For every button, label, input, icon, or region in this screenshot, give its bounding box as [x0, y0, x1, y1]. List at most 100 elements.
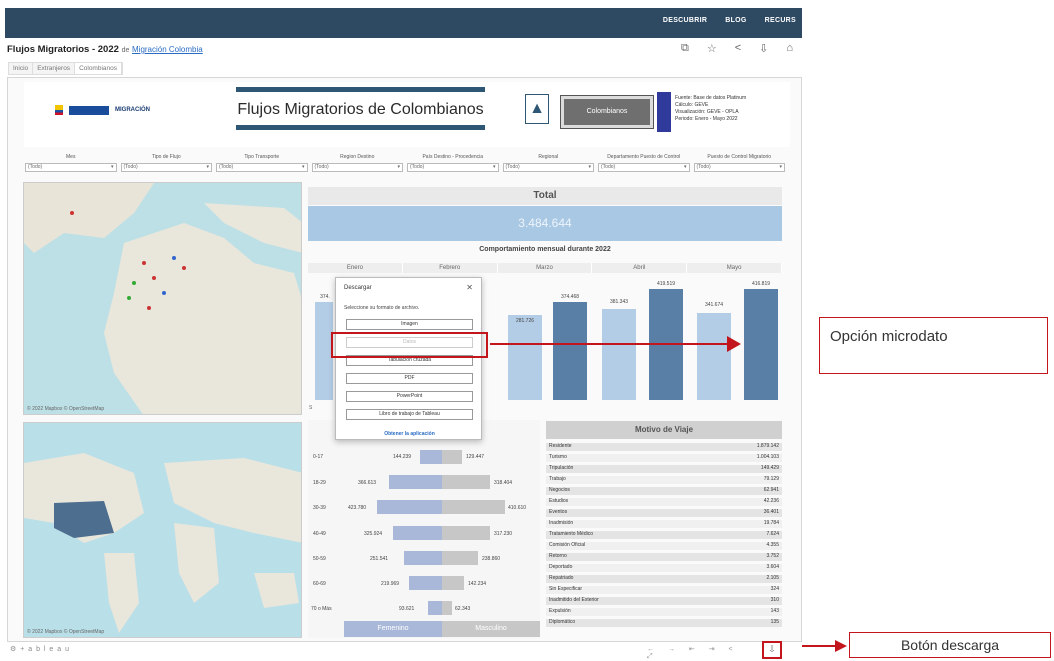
top-nav: DESCUBRIR BLOG RECURS — [663, 17, 796, 24]
motivo-row[interactable]: Expulsión 143 — [546, 608, 782, 616]
filter-select[interactable]: (Todo) ▾ — [120, 163, 212, 172]
male-bar[interactable] — [442, 576, 464, 590]
get-app-link[interactable]: Obtener la aplicación — [336, 431, 483, 437]
motivo-row[interactable]: Deportado 3.604 — [546, 564, 782, 572]
filter-select[interactable]: (Todo) ▾ — [598, 163, 690, 172]
male-bar[interactable] — [442, 601, 452, 615]
tab-extranjeros[interactable]: Extranjeros — [33, 63, 76, 74]
chevron-down-icon: ▾ — [492, 164, 496, 170]
download-image-button[interactable]: Imagen — [346, 319, 473, 330]
bar-value: 281.726 — [515, 318, 535, 324]
bar-value: 381.343 — [609, 299, 629, 305]
filter-value: (Todo) — [314, 164, 329, 170]
download-pdf-button[interactable]: PDF — [346, 373, 473, 384]
legend-masculino[interactable]: Masculino — [442, 621, 540, 637]
download-workbook-button[interactable]: Libro de trabajo de Tableau — [346, 409, 473, 420]
arrow-line — [802, 645, 838, 647]
colombianos-button[interactable]: Colombianos — [560, 95, 654, 129]
bar-marzo-dark[interactable] — [553, 302, 587, 400]
filter-label: País Destino - Procedencia — [422, 154, 484, 160]
month-label: Abril — [592, 263, 688, 273]
male-value: 129.447 — [466, 454, 485, 460]
motivo-row[interactable]: Tratamiento Médico 7.624 — [546, 531, 782, 539]
motivo-row[interactable]: Repatriado 2.105 — [546, 575, 782, 583]
filter-label: Tipo Transporte — [244, 154, 280, 160]
female-bar[interactable] — [377, 500, 442, 514]
world-map[interactable]: © 2022 Mapbox © OpenStreetMap — [23, 422, 302, 638]
age-group-label: 18-29 — [313, 480, 326, 486]
motivo-row[interactable]: Eventos 36.401 — [546, 509, 782, 517]
male-bar[interactable] — [442, 500, 505, 514]
filter-label: Mes — [66, 154, 76, 160]
motivo-row[interactable]: Inadmisión 19.784 — [546, 520, 782, 528]
filter-region-destino: Region Destino (Todo) ▾ — [311, 154, 403, 172]
arrow-head-icon — [835, 640, 847, 652]
motivo-row[interactable]: Comisión Oficial 4.355 — [546, 542, 782, 550]
legend-femenino[interactable]: Femenino — [344, 621, 442, 637]
download-button[interactable]: ⇩ — [762, 641, 782, 659]
motivo-row[interactable]: Inadmitido del Exterior 310 — [546, 597, 782, 605]
filter-departamento: Departamento Puesto de Control (Todo) ▾ — [598, 154, 690, 172]
motivo-row[interactable]: Tripulación 149.429 — [546, 465, 782, 473]
filter-select[interactable]: (Todo) ▾ — [502, 163, 594, 172]
toolbar-nav-icons[interactable]: ← → ⇤ ⇥ < ⤢ — [647, 645, 757, 661]
motivo-name: Turismo — [549, 454, 567, 460]
tab-colombianos[interactable]: Colombianos — [75, 63, 122, 74]
bar-marzo-light[interactable] — [508, 315, 542, 400]
motivo-row[interactable]: Trabajo 79.129 — [546, 476, 782, 484]
tab-inicio[interactable]: Inicio — [9, 63, 34, 74]
motivo-row[interactable]: Diplomático 135 — [546, 619, 782, 627]
motivo-name: Eventos — [549, 509, 568, 515]
motivo-row[interactable]: Retorno 3.752 — [546, 553, 782, 561]
arrow-head-icon — [727, 336, 741, 352]
tableau-logo[interactable]: ⚙ + a b l e a u — [10, 645, 70, 653]
female-bar[interactable] — [389, 475, 442, 489]
star-icon[interactable]: ☆ — [707, 42, 717, 55]
bar-value: 374.468 — [560, 294, 580, 300]
copy-icon[interactable]: ⧉ — [681, 42, 689, 55]
close-icon[interactable]: ✕ — [466, 283, 473, 292]
motivo-name: Sin Especificar — [549, 586, 583, 592]
motivo-value: 7.624 — [766, 531, 779, 537]
motivo-row[interactable]: Turismo 1.004.103 — [546, 454, 782, 462]
nav-recursos[interactable]: RECURS — [765, 17, 796, 24]
motivo-name: Inadmitido del Exterior — [549, 597, 599, 603]
filter-select[interactable]: (Todo) ▾ — [407, 163, 499, 172]
female-bar[interactable] — [409, 576, 442, 590]
share-icon[interactable]: < — [735, 42, 741, 55]
bar-abril-light[interactable] — [602, 309, 636, 400]
filter-label: Puesto de Control Migratorio — [707, 154, 772, 160]
bar-mayo-light[interactable] — [697, 313, 731, 400]
filter-select[interactable]: (Todo) ▾ — [216, 163, 308, 172]
female-bar[interactable] — [420, 450, 442, 464]
motivo-row[interactable]: Negocios 62.941 — [546, 487, 782, 495]
author-link[interactable]: Migración Colombia — [132, 45, 203, 54]
nav-descubrir[interactable]: DESCUBRIR — [663, 17, 707, 24]
motivo-row[interactable]: Residente 1.879.142 — [546, 443, 782, 451]
motivo-row[interactable]: Estudios 42.236 — [546, 498, 782, 506]
filter-select[interactable]: (Todo) ▾ — [693, 163, 785, 172]
male-bar[interactable] — [442, 450, 462, 464]
download-powerpoint-button[interactable]: PowerPoint — [346, 391, 473, 402]
female-bar[interactable] — [393, 526, 442, 540]
female-bar[interactable] — [428, 601, 442, 615]
colombia-map-icon[interactable]: ▲ — [525, 94, 549, 124]
female-bar[interactable] — [404, 551, 442, 565]
motivo-title: Motivo de Viaje — [546, 421, 782, 439]
male-bar[interactable] — [442, 475, 490, 489]
colombia-map[interactable]: © 2022 Mapbox © OpenStreetMap — [23, 182, 302, 415]
motivo-row[interactable]: Sin Especificar 324 — [546, 586, 782, 594]
source-color-bar — [657, 92, 671, 132]
motivo-value: 36.401 — [763, 509, 779, 515]
filter-select[interactable]: (Todo) ▾ — [311, 163, 403, 172]
nav-blog[interactable]: BLOG — [725, 17, 746, 24]
chevron-down-icon: ▾ — [397, 164, 400, 170]
bar-mayo-dark[interactable] — [744, 289, 778, 400]
home-icon[interactable]: ⌂ — [786, 42, 793, 55]
filter-select[interactable]: (Todo) ▾ — [25, 163, 117, 172]
download-icon[interactable]: ⇩ — [759, 42, 768, 55]
filter-pais: País Destino - Procedencia (Todo) ▾ — [407, 154, 499, 172]
male-bar[interactable] — [442, 526, 490, 540]
male-bar[interactable] — [442, 551, 478, 565]
chevron-down-icon: ▾ — [683, 164, 687, 170]
